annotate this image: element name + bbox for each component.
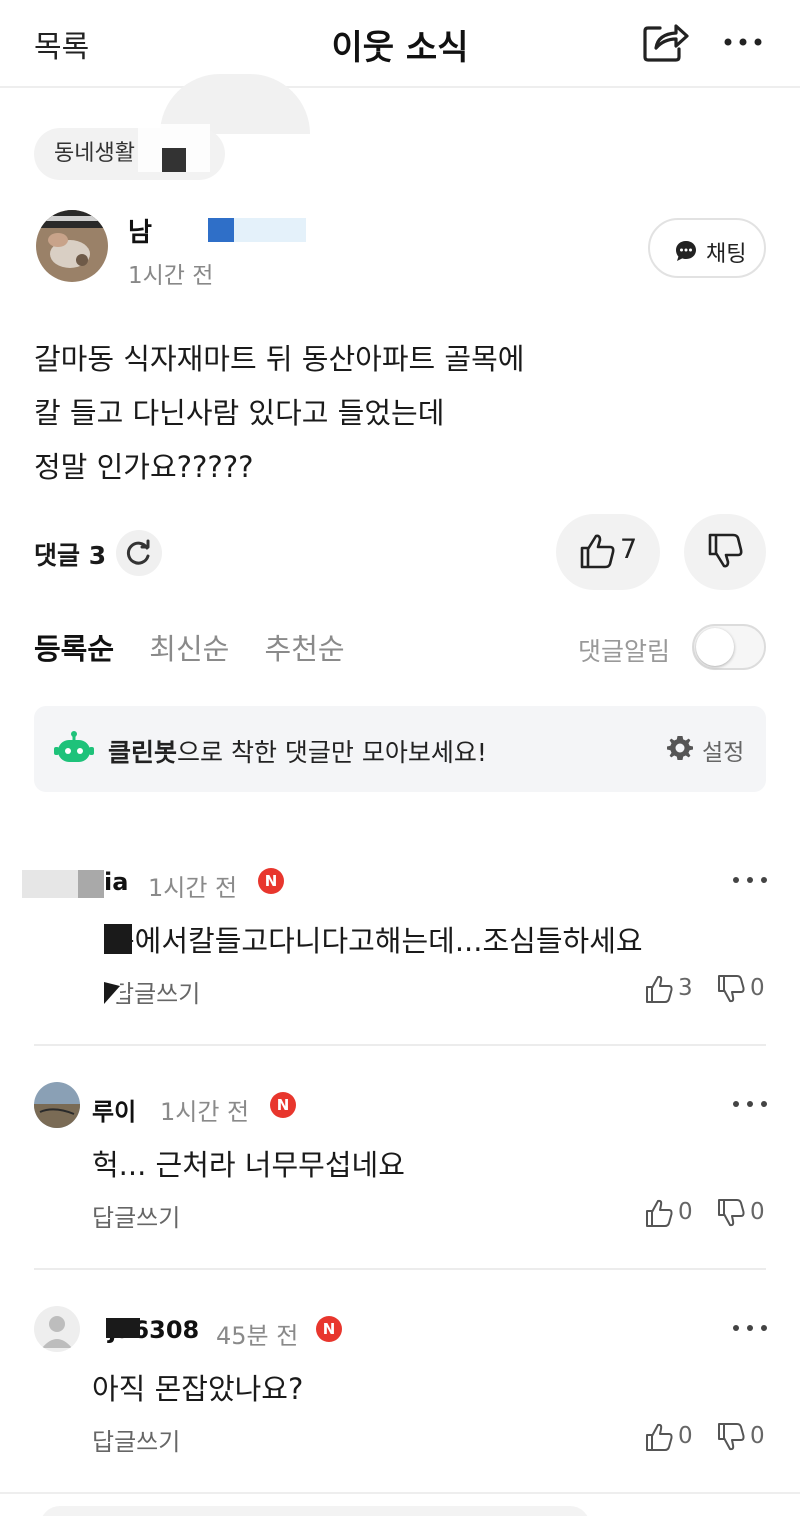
thumbs-down-icon (718, 1423, 745, 1451)
comment-notify-toggle[interactable] (692, 624, 766, 670)
comment-avatar[interactable] (34, 1082, 80, 1128)
comment-time: 1시간 전 (160, 1098, 250, 1126)
post-like-button[interactable]: 7 (556, 514, 660, 590)
redaction-mark (106, 1318, 140, 1338)
thumbs-up-icon (646, 975, 673, 1003)
post-dislike-button[interactable] (684, 514, 766, 590)
redaction-mark (78, 870, 104, 898)
category-label: 동네생활 (54, 141, 135, 166)
comment-time: 45분 전 (216, 1322, 299, 1350)
comment-avatar[interactable] (34, 1306, 80, 1352)
comment-like-count: 0 (678, 1199, 693, 1225)
redaction-mark (162, 148, 186, 172)
thumbs-down-icon (718, 1199, 745, 1227)
thumbs-up-icon (580, 534, 615, 569)
comment-text: 헉... 근처라 너무무섭네요 (92, 1148, 405, 1182)
comment-item: ja6308 45분 전 N 아직 몬잡았나요? 답글쓰기 0 0 (0, 1300, 800, 1490)
comment-divider (34, 1268, 766, 1270)
post-time: 1시간 전 (128, 263, 214, 289)
more-options-icon[interactable] (718, 22, 768, 62)
comment-time: 1시간 전 (148, 874, 238, 902)
new-badge: N (316, 1316, 342, 1342)
comment-like-button[interactable]: 0 (644, 1422, 694, 1454)
cleanbot-message: 클린봇으로 착한 댓글만 모아보세요! (108, 733, 487, 769)
redaction-mark (234, 218, 306, 242)
comment-like-count: 3 (678, 975, 693, 1001)
redaction-mark (104, 982, 120, 1004)
comment-dislike-button[interactable]: 0 (716, 1422, 768, 1454)
comment-text: 동에서칼들고다니다고해는데...조심들하세요 (108, 924, 643, 958)
chat-button[interactable]: 채팅 (648, 218, 766, 278)
post-body-line: 갈마동 식자재마트 뒤 동산아파트 골목에 (34, 342, 525, 376)
share-icon[interactable] (640, 16, 690, 66)
comment-input[interactable] (40, 1506, 590, 1516)
new-badge: N (258, 868, 284, 894)
comment-count: 댓글 3 (34, 541, 107, 570)
comment-dislike-count: 0 (750, 1423, 765, 1449)
top-bar: 목록 이웃 소식 (0, 0, 800, 88)
comment-dislike-count: 0 (750, 975, 765, 1001)
thumbs-up-icon (646, 1199, 673, 1227)
comment-dislike-button[interactable]: 0 (716, 974, 768, 1006)
comment-more-icon[interactable] (730, 1318, 770, 1338)
comment-like-button[interactable]: 3 (644, 974, 694, 1006)
comment-item: ia 1시간 전 N 동에서칼들고다니다고해는데...조심들하세요 답글쓰기 3… (0, 850, 800, 1040)
post-body-line: 칼 들고 다닌사람 있다고 들었는데 (34, 396, 445, 430)
reply-button[interactable]: 답글쓰기 (92, 1198, 180, 1233)
new-badge: N (270, 1092, 296, 1118)
redaction-mark (104, 924, 132, 954)
gear-icon[interactable] (666, 734, 694, 762)
comment-dislike-count: 0 (750, 1199, 765, 1225)
tab-registration-order[interactable]: 등록순 (34, 632, 114, 666)
reply-button[interactable]: 답글쓰기 (112, 974, 200, 1009)
redaction-mark (208, 218, 234, 242)
chat-button-label: 채팅 (706, 242, 747, 267)
cleanbot-text: 으로 착한 댓글만 모아보세요! (177, 738, 487, 767)
tab-latest[interactable]: 최신순 (149, 632, 229, 666)
reply-button[interactable]: 답글쓰기 (92, 1422, 180, 1457)
post-like-count: 7 (620, 534, 638, 565)
comment-more-icon[interactable] (730, 1094, 770, 1114)
comment-like-count: 0 (678, 1423, 693, 1449)
comment-author[interactable]: ia (104, 868, 128, 896)
post-body: 갈마동 식자재마트 뒤 동산아파트 골목에 칼 들고 다닌사람 있다고 들었는데… (34, 332, 524, 494)
cleanbot-brand: 클린봇 (108, 738, 178, 767)
comment-text: 아직 몬잡았나요? (92, 1372, 304, 1406)
cleanbot-banner[interactable]: 클린봇으로 착한 댓글만 모아보세요! 설정 (34, 706, 766, 792)
refresh-icon (126, 539, 150, 565)
comment-like-button[interactable]: 0 (644, 1198, 694, 1230)
toggle-knob (696, 628, 734, 666)
comment-input-bar (0, 1492, 800, 1516)
thumbs-down-icon (718, 975, 745, 1003)
comment-item: 루이 1시간 전 N 헉... 근처라 너무무섭네요 답글쓰기 0 0 (0, 1076, 800, 1266)
thumbs-down-icon (708, 533, 743, 568)
comment-more-icon[interactable] (730, 870, 770, 890)
tab-recommended[interactable]: 추천순 (265, 632, 345, 666)
refresh-button[interactable] (116, 530, 162, 576)
comment-notify-label: 댓글알림 (578, 637, 671, 666)
cleanbot-settings-label[interactable]: 설정 (702, 733, 744, 767)
redaction-mark (22, 870, 78, 898)
author-name[interactable]: 남 (128, 212, 152, 249)
thumbs-up-icon (646, 1423, 673, 1451)
cleanbot-robot-icon (54, 731, 94, 762)
sort-tabs: 등록순 최신순 추천순 (34, 626, 371, 668)
post-body-line: 정말 인가요????? (34, 450, 254, 484)
chat-bubble-icon (676, 241, 696, 261)
comment-author[interactable]: 루이 (92, 1092, 136, 1127)
author-avatar[interactable] (36, 210, 108, 282)
comment-divider (34, 1044, 766, 1046)
comment-dislike-button[interactable]: 0 (716, 1198, 768, 1230)
